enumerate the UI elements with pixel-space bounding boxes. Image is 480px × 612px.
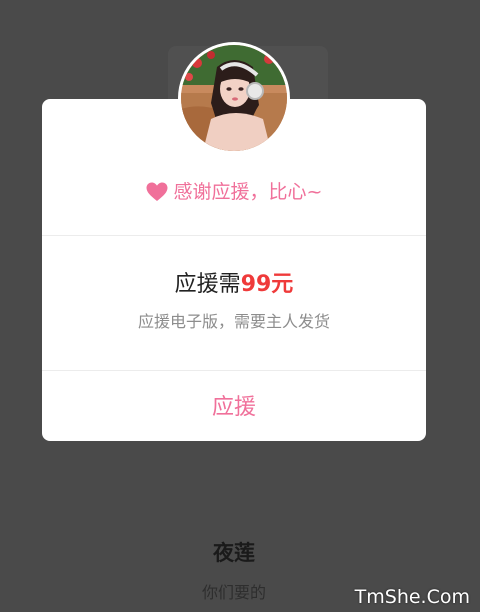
price-line: 应援需99元	[42, 267, 426, 303]
avatar	[178, 42, 290, 154]
price-prefix: 应援需	[174, 272, 241, 297]
watermark: TmShe.Com	[354, 586, 470, 608]
price-description: 应援电子版，需要主人发货	[137, 312, 330, 331]
thanks-row: 感谢应援，比心~	[42, 175, 426, 209]
thanks-text: 感谢应援，比心~	[173, 181, 323, 203]
support-button[interactable]: 应援	[42, 371, 426, 439]
divider	[42, 235, 426, 236]
page: 夜莲 你们要的 感谢应援，比心~ 应援需99元 应援电子版，需要主人发货 应援	[0, 0, 480, 612]
profile-name: 夜莲	[213, 541, 255, 565]
heart-icon	[146, 182, 168, 202]
price-amount: 99元	[240, 272, 294, 297]
avatar-image	[181, 45, 287, 151]
